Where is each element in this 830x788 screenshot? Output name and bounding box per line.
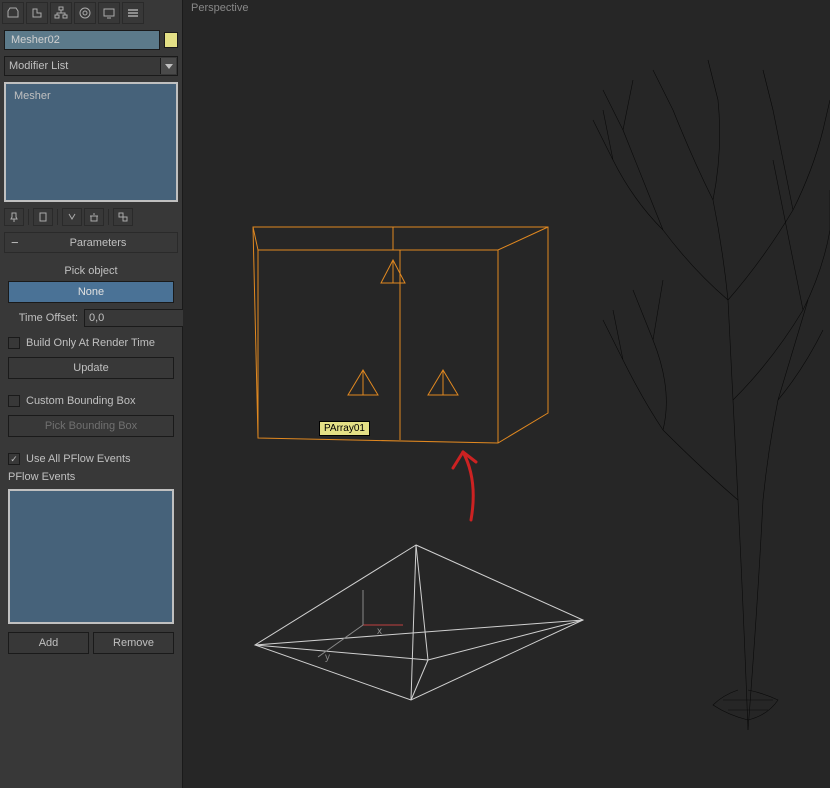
create-tab-icon[interactable] bbox=[2, 2, 24, 24]
modifier-stack[interactable]: Mesher bbox=[4, 82, 178, 202]
parameters-content: Pick object None Time Offset: ▲ ▼ Build … bbox=[0, 257, 182, 658]
modifier-list-dropdown[interactable]: Modifier List bbox=[4, 56, 178, 76]
display-tab-icon[interactable] bbox=[98, 2, 120, 24]
use-pflow-checkbox[interactable] bbox=[8, 453, 20, 465]
svg-text:y: y bbox=[325, 652, 330, 663]
build-only-row[interactable]: Build Only At Render Time bbox=[8, 333, 174, 353]
pflow-events-label: PFlow Events bbox=[8, 469, 174, 485]
pick-object-label: Pick object bbox=[8, 261, 174, 281]
rollout-toggle-icon: − bbox=[11, 235, 25, 250]
tree-wireframe bbox=[593, 60, 830, 730]
modifier-list-label: Modifier List bbox=[9, 60, 68, 72]
use-pflow-label: Use All PFlow Events bbox=[26, 453, 131, 465]
svg-text:x: x bbox=[377, 626, 382, 637]
viewport[interactable]: Perspective bbox=[183, 0, 830, 788]
annotation-arrow bbox=[453, 452, 476, 520]
build-only-label: Build Only At Render Time bbox=[26, 337, 155, 349]
add-button[interactable]: Add bbox=[8, 632, 89, 654]
command-panel: Modifier List Mesher − Parameters Pick o… bbox=[0, 0, 183, 788]
stack-item-mesher[interactable]: Mesher bbox=[10, 88, 172, 104]
pyramid-wireframe bbox=[255, 545, 583, 700]
hierarchy-tab-icon[interactable] bbox=[50, 2, 72, 24]
remove-button[interactable]: Remove bbox=[93, 632, 174, 654]
custom-bbox-label: Custom Bounding Box bbox=[26, 395, 135, 407]
show-end-result-icon[interactable] bbox=[33, 208, 53, 226]
object-color-swatch[interactable] bbox=[164, 32, 178, 48]
chevron-down-icon bbox=[160, 58, 176, 74]
custom-bbox-checkbox[interactable] bbox=[8, 395, 20, 407]
viewport-scene: x y bbox=[183, 0, 830, 788]
rollout-title: Parameters bbox=[25, 237, 171, 249]
use-pflow-row[interactable]: Use All PFlow Events bbox=[8, 449, 174, 469]
pin-stack-icon[interactable] bbox=[4, 208, 24, 226]
parray-bbox bbox=[253, 227, 548, 443]
name-color-row bbox=[0, 26, 182, 54]
pick-object-button[interactable]: None bbox=[8, 281, 174, 303]
pflow-events-listbox[interactable] bbox=[8, 489, 174, 624]
make-unique-icon[interactable] bbox=[62, 208, 82, 226]
build-only-checkbox[interactable] bbox=[8, 337, 20, 349]
object-name-field[interactable] bbox=[4, 30, 160, 50]
pick-bbox-button: Pick Bounding Box bbox=[8, 415, 174, 437]
utilities-tab-icon[interactable] bbox=[122, 2, 144, 24]
parameters-rollout-header[interactable]: − Parameters bbox=[4, 232, 178, 253]
update-button[interactable]: Update bbox=[8, 357, 174, 379]
category-tabs bbox=[0, 0, 182, 26]
modify-tab-icon[interactable] bbox=[26, 2, 48, 24]
motion-tab-icon[interactable] bbox=[74, 2, 96, 24]
custom-bbox-row[interactable]: Custom Bounding Box bbox=[8, 391, 174, 411]
object-label-parray: PArray01 bbox=[319, 421, 370, 436]
remove-modifier-icon[interactable] bbox=[84, 208, 104, 226]
time-offset-label: Time Offset: bbox=[8, 312, 78, 324]
stack-toolbar bbox=[0, 206, 182, 228]
configure-sets-icon[interactable] bbox=[113, 208, 133, 226]
